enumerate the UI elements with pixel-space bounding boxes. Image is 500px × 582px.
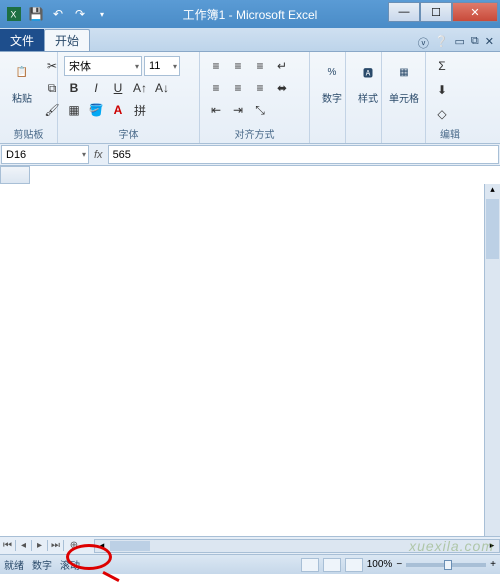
window-controls: — ☐ ✕ [388, 2, 498, 22]
sheet-nav-next-icon[interactable]: ▸ [32, 540, 48, 551]
cells-icon: ▦ [388, 56, 420, 88]
page-break-view-button[interactable] [345, 558, 363, 572]
qat-customize-icon[interactable]: ▾ [92, 4, 112, 24]
paste-button[interactable]: 📋 粘贴 [6, 56, 38, 124]
align-right-icon[interactable]: ≡ [250, 78, 270, 98]
sheet-nav-prev-icon[interactable]: ◂ [16, 540, 32, 551]
status-scroll: 滚动 [60, 557, 80, 572]
paste-label: 粘贴 [12, 90, 32, 105]
font-group-label: 字体 [64, 124, 193, 143]
zoom-slider[interactable] [406, 563, 486, 567]
font-color-button[interactable]: A [108, 100, 128, 120]
increase-indent-icon[interactable]: ⇥ [228, 100, 248, 120]
autosum-button[interactable]: Σ [432, 56, 452, 76]
number-format-button[interactable]: % 数字 [316, 56, 348, 139]
vertical-scrollbar[interactable]: ▴ [484, 184, 500, 536]
zoom-level[interactable]: 100% [367, 559, 393, 570]
zoom-out-button[interactable]: − [396, 559, 402, 570]
percent-icon: % [316, 56, 348, 88]
quick-access-toolbar: X 💾 ↶ ↷ ▾ [4, 4, 112, 24]
align-center-icon[interactable]: ≡ [228, 78, 248, 98]
styles-label: 样式 [358, 90, 378, 105]
sheet-nav-first-icon[interactable]: ⏮ [0, 540, 16, 551]
close-button[interactable]: ✕ [452, 2, 498, 22]
ribbon-min-icon[interactable]: ▭ [455, 35, 465, 51]
styles-button[interactable]: 🅰 样式 [352, 56, 384, 139]
decrease-indent-icon[interactable]: ⇤ [206, 100, 226, 120]
phonetic-button[interactable]: 拼 [130, 100, 150, 120]
fill-color-button[interactable]: 🪣 [86, 100, 106, 120]
clipboard-group-label: 剪贴板 [6, 124, 51, 143]
title-bar: X 💾 ↶ ↷ ▾ 工作簿1 - Microsoft Excel — ☐ ✕ [0, 0, 500, 28]
styles-icon: 🅰 [352, 56, 384, 88]
align-middle-icon[interactable]: ≡ [228, 56, 248, 76]
formula-input[interactable]: 565 [108, 145, 499, 164]
editing-group-label: 编辑 [432, 124, 468, 143]
alignment-group-label: 对齐方式 [206, 124, 303, 143]
scroll-thumb[interactable] [110, 541, 150, 551]
scroll-up-icon[interactable]: ▴ [485, 184, 500, 198]
underline-button[interactable]: U [108, 78, 128, 98]
scroll-left-icon[interactable]: ◂ [95, 540, 109, 552]
align-left-icon[interactable]: ≡ [206, 78, 226, 98]
cells-button[interactable]: ▦ 单元格 [388, 56, 420, 139]
undo-icon[interactable]: ↶ [48, 4, 68, 24]
number-label: 数字 [322, 90, 342, 105]
formula-bar: D16 fx 565 [0, 144, 500, 166]
merge-center-icon[interactable]: ⬌ [272, 78, 292, 98]
page-layout-view-button[interactable] [323, 558, 341, 572]
status-numlock: 数字 [32, 557, 52, 572]
align-bottom-icon[interactable]: ≡ [250, 56, 270, 76]
status-ready: 就绪 [4, 557, 24, 572]
clipboard-icon: 📋 [6, 56, 38, 88]
zoom-in-button[interactable]: + [490, 559, 496, 570]
border-button[interactable]: ▦ [64, 100, 84, 120]
horizontal-scrollbar[interactable]: ◂ ▸ [94, 539, 500, 553]
new-sheet-button[interactable]: ⊕ [64, 540, 84, 551]
sheet-nav-last-icon[interactable]: ⏭ [48, 540, 64, 551]
fx-icon[interactable]: fx [94, 149, 103, 161]
italic-button[interactable]: I [86, 78, 106, 98]
scroll-thumb[interactable] [486, 199, 499, 259]
ribbon: 📋 粘贴 ✂ ⧉ 🖌 剪贴板 宋体 11 B I U A↑ A↓ [0, 52, 500, 144]
redo-icon[interactable]: ↷ [70, 4, 90, 24]
tab-开始[interactable]: 开始 [44, 29, 90, 51]
spreadsheet-grid: ▴ [0, 166, 500, 536]
name-box[interactable]: D16 [1, 145, 89, 164]
file-tab[interactable]: 文件 [0, 29, 44, 51]
save-icon[interactable]: 💾 [26, 4, 46, 24]
status-bar: 就绪 数字 滚动 100% − + [0, 554, 500, 574]
clear-button[interactable]: ◇ [432, 104, 452, 124]
svg-text:X: X [11, 10, 17, 20]
ribbon-close-icon[interactable]: ✕ [485, 35, 494, 51]
help-icon[interactable]: ❔ [435, 35, 449, 51]
bold-button[interactable]: B [64, 78, 84, 98]
excel-icon[interactable]: X [4, 4, 24, 24]
increase-font-icon[interactable]: A↑ [130, 78, 150, 98]
cells-label: 单元格 [389, 90, 419, 105]
fill-button[interactable]: ⬇ [432, 80, 452, 100]
normal-view-button[interactable] [301, 558, 319, 572]
maximize-button[interactable]: ☐ [420, 2, 452, 22]
select-all-button[interactable] [0, 166, 30, 184]
ribbon-tabs: 文件 开始 ⓥ ❔ ▭ ⧉ ✕ [0, 28, 500, 52]
font-size-combo[interactable]: 11 [144, 56, 180, 76]
wrap-text-icon[interactable]: ↵ [272, 56, 292, 76]
scroll-right-icon[interactable]: ▸ [485, 540, 499, 552]
minimize-button[interactable]: — [388, 2, 420, 22]
minimize-ribbon-icon[interactable]: ⓥ [418, 35, 429, 51]
orientation-icon[interactable]: ⤡ [250, 100, 270, 120]
sheet-tab-bar: ⏮ ◂ ▸ ⏭ ⊕ ◂ ▸ [0, 536, 500, 554]
align-top-icon[interactable]: ≡ [206, 56, 226, 76]
decrease-font-icon[interactable]: A↓ [152, 78, 172, 98]
font-name-combo[interactable]: 宋体 [64, 56, 142, 76]
ribbon-restore-icon[interactable]: ⧉ [471, 35, 479, 51]
